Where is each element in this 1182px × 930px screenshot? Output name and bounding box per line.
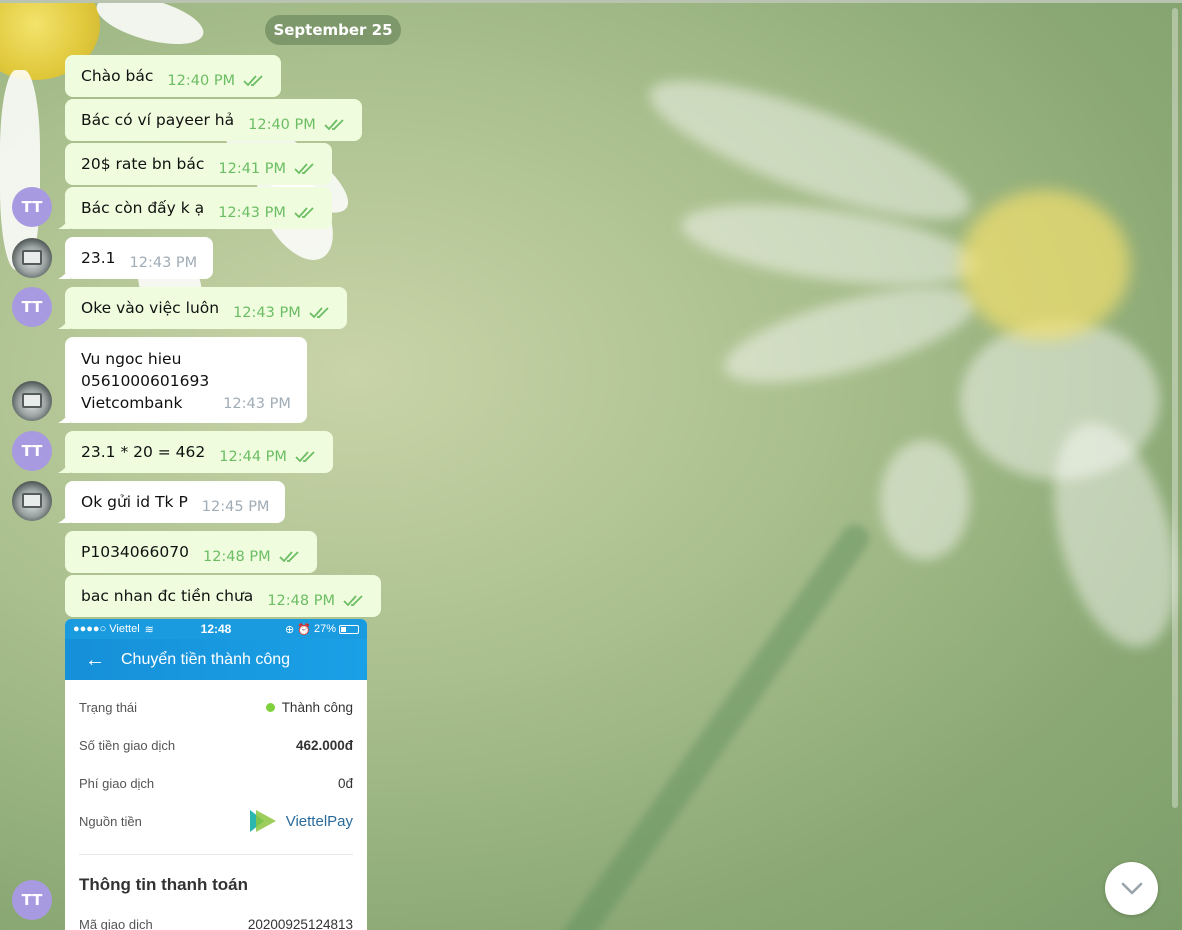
detail-label: Số tiền giao dịch [79, 737, 176, 753]
avatar[interactable] [12, 481, 52, 521]
double-check-icon [309, 307, 329, 319]
message-meta: 12:43 PM [223, 396, 291, 412]
message-line: Vietcombank [81, 394, 183, 412]
detail-row: Mã giao dịch 20200925124813 [79, 905, 353, 930]
avatar[interactable]: TT [12, 431, 52, 471]
transfer-header: ← Chuyển tiền thành công [65, 639, 367, 680]
avatar[interactable]: TT [12, 187, 52, 227]
detail-row: Phí giao dịch 0đ [79, 764, 353, 802]
message-text: 23.1 [81, 249, 116, 267]
avatar[interactable] [12, 381, 52, 421]
bubble-tail [58, 267, 70, 279]
message-meta: 12:40 PM [248, 117, 346, 133]
chat-scrollbar[interactable] [1172, 8, 1178, 808]
bubble-tail [58, 217, 70, 229]
message-bubble[interactable]: 23.1 * 20 = 462 12:44 PM [58, 431, 333, 473]
message-text: Vu ngoc hieu 0561000601693 Vietcombank [81, 348, 209, 414]
detail-row: Số tiền giao dịch 462.000đ [79, 726, 353, 764]
scroll-down-button[interactable] [1105, 862, 1158, 915]
message-meta: 12:43 PM [218, 205, 316, 221]
double-check-icon [294, 207, 314, 219]
detail-value: Thành công [281, 699, 353, 715]
message-time: 12:45 PM [201, 499, 270, 515]
message-bubble[interactable]: 23.1 12:43 PM [58, 237, 214, 279]
bubble-tail [58, 461, 70, 473]
message-line: 0561000601693 [81, 372, 210, 390]
message-text: Chào bác [81, 67, 154, 85]
bubble-tail [58, 317, 70, 329]
message-time: 12:48 PM [202, 549, 271, 565]
message-bubble[interactable]: Vu ngoc hieu 0561000601693 Vietcombank 1… [58, 337, 307, 423]
status-dot-icon [265, 702, 275, 712]
detail-value: 462.000đ [295, 737, 353, 753]
viettelpay-logo-icon [249, 810, 276, 832]
double-check-icon [243, 75, 263, 87]
detail-label: Mã giao dịch [79, 916, 153, 930]
transfer-title: Chuyển tiền thành công [121, 650, 291, 668]
message-time: 12:41 PM [218, 161, 287, 177]
avatar[interactable]: TT [12, 880, 52, 920]
back-arrow-icon: ← [85, 648, 105, 671]
message-bubble[interactable]: Bác có ví payeer hả 12:40 PM [65, 99, 362, 141]
message-meta: 12:48 PM [203, 549, 301, 565]
message-bubble[interactable]: bac nhan đc tiền chưa 12:48 PM [65, 575, 381, 617]
double-check-icon [295, 451, 315, 463]
window-top-border [0, 0, 1182, 3]
message-time: 12:43 PM [218, 205, 286, 221]
message-time: 12:40 PM [167, 73, 236, 89]
message-meta: 12:40 PM [167, 73, 265, 89]
detail-value: 20200925124813 [247, 916, 353, 930]
message-time: 12:48 PM [267, 593, 335, 609]
image-message[interactable]: ●●●●○ Viettel ≋ 12:48 ⊕ ⏰ 27% ← Chuyển t… [65, 619, 367, 930]
message-text: bac nhan đc tiền chưa [81, 587, 254, 605]
detail-row: Nguồn tiền ViettelPay [79, 802, 353, 840]
message-text: Bác còn đấy k ạ [81, 199, 205, 217]
double-check-icon [278, 551, 299, 563]
double-check-icon [343, 595, 363, 607]
message-meta: 12:48 PM [267, 593, 365, 609]
detail-label: Trạng thái [79, 699, 138, 715]
detail-label: Phí giao dịch [79, 775, 155, 791]
message-meta: 12:44 PM [219, 449, 317, 465]
message-text: Ok gửi id Tk P [81, 493, 188, 511]
message-text: 23.1 * 20 = 462 [81, 443, 206, 461]
detail-row: Trạng thái Thành công [79, 688, 353, 726]
message-text: Bác có ví payeer hả [81, 111, 235, 129]
message-time: 12:40 PM [248, 117, 316, 133]
chevron-down-icon [1121, 882, 1142, 894]
battery-icon [339, 624, 359, 634]
bubble-tail [58, 511, 70, 523]
message-time: 12:44 PM [219, 449, 287, 465]
avatar[interactable] [12, 238, 52, 278]
phone-clock: 12:48 [200, 622, 232, 636]
message-meta: 12:43 PM [130, 255, 198, 271]
avatar[interactable]: TT [12, 287, 52, 327]
divider [79, 854, 353, 855]
double-check-icon [294, 163, 314, 175]
bubble-tail [58, 411, 70, 423]
phone-status-bar: ●●●●○ Viettel ≋ 12:48 ⊕ ⏰ 27% [65, 619, 367, 639]
message-bubble[interactable]: Bác còn đấy k ạ 12:43 PM [58, 187, 332, 229]
message-bubble[interactable]: P1034066070 12:48 PM [65, 531, 317, 573]
message-meta: 12:43 PM [233, 305, 331, 321]
message-time: 12:43 PM [233, 305, 301, 321]
message-meta: 12:45 PM [202, 499, 270, 515]
detail-value: ViettelPay [285, 812, 353, 830]
detail-label: Nguồn tiền [79, 813, 142, 829]
date-separator: September 25 [265, 15, 401, 45]
message-meta: 12:41 PM [218, 161, 316, 177]
message-time: 12:43 PM [223, 396, 291, 412]
message-bubble[interactable]: Ok gửi id Tk P 12:45 PM [58, 481, 286, 523]
payment-info-title: Thông tin thanh toán [79, 875, 249, 894]
message-bubble[interactable]: Chào bác 12:40 PM [65, 55, 282, 97]
message-text: 20$ rate bn bác [81, 155, 205, 173]
message-bubble[interactable]: 20$ rate bn bác 12:41 PM [65, 143, 333, 185]
message-text: P1034066070 [81, 543, 189, 561]
message-bubble[interactable]: Oke vào việc luôn 12:43 PM [58, 287, 347, 329]
detail-value: 0đ [337, 775, 353, 791]
double-check-icon [324, 119, 344, 131]
message-line: Vu ngoc hieu [81, 350, 182, 368]
message-time: 12:43 PM [129, 255, 198, 271]
message-text: Oke vào việc luôn [81, 299, 220, 317]
